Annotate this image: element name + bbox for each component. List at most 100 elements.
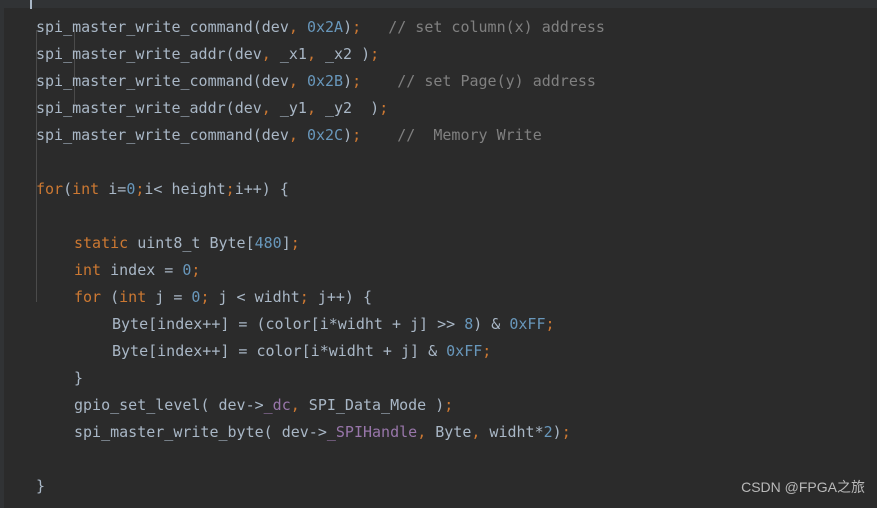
code-line[interactable]: Byte[index++] = color[i*widht + j] & 0xF…: [0, 338, 491, 365]
code-token: ,: [288, 126, 298, 144]
code-token: 0x2A: [306, 18, 344, 36]
code-line[interactable]: spi_master_write_command(dev, 0x2A); // …: [0, 14, 605, 41]
code-token: ) &: [473, 315, 510, 333]
code-token: 0xFF: [446, 342, 483, 360]
code-token: ;: [352, 72, 362, 90]
csdn-watermark: CSDN @FPGA之旅: [741, 479, 865, 495]
code-token: // set Page(y) address: [397, 72, 596, 90]
code-token: Byte: [426, 423, 472, 441]
code-token: ,: [417, 423, 427, 441]
code-token: ): [343, 18, 353, 36]
code-token: dev: [234, 99, 262, 117]
code-line[interactable]: [0, 446, 36, 473]
code-token: spi_master_write_command: [36, 18, 253, 36]
code-token: ;: [225, 180, 235, 198]
code-token: index =: [101, 261, 183, 279]
code-token: (: [252, 18, 262, 36]
code-token: j =: [146, 288, 192, 306]
code-line[interactable]: Byte[index++] = (color[i*widht + j] >> 8…: [0, 311, 555, 338]
code-token: ,: [288, 72, 298, 90]
code-token: ): [552, 423, 562, 441]
code-editor[interactable]: spi_master_write_command(dev, 0x2A); // …: [0, 0, 877, 508]
code-line[interactable]: int index = 0;: [0, 257, 200, 284]
code-token: dev: [261, 126, 289, 144]
code-token: spi_master_write_command: [36, 72, 253, 90]
code-line[interactable]: spi_master_write_addr(dev, _x1, _x2 );: [0, 41, 379, 68]
code-token: ,: [306, 45, 316, 63]
code-token: ,: [290, 396, 300, 414]
code-token: ;: [444, 396, 454, 414]
code-token: ( dev->: [263, 423, 327, 441]
code-token: widht*: [480, 423, 544, 441]
code-token: (: [225, 45, 235, 63]
code-token: 0: [126, 180, 136, 198]
code-token: 8: [464, 315, 474, 333]
code-line[interactable]: for (int j = 0; j < widht; j++) {: [0, 284, 372, 311]
code-token: _x1: [270, 45, 307, 63]
code-token: _dc: [263, 396, 291, 414]
code-token: ;: [379, 99, 389, 117]
code-token: ,: [306, 99, 316, 117]
code-token: j++) {: [308, 288, 373, 306]
code-token: 0xFF: [509, 315, 546, 333]
code-token: }: [74, 369, 84, 387]
code-token: (: [252, 126, 262, 144]
code-token: dev: [261, 18, 289, 36]
code-token: ;: [290, 234, 300, 252]
code-line[interactable]: [0, 149, 36, 176]
code-token: dev: [234, 45, 262, 63]
code-token: ;: [352, 126, 362, 144]
code-line[interactable]: [0, 203, 36, 230]
code-token: _x2 ): [315, 45, 371, 63]
code-token: ;: [561, 423, 571, 441]
code-token: ;: [545, 315, 555, 333]
code-line[interactable]: gpio_set_level( dev->_dc, SPI_Data_Mode …: [0, 392, 453, 419]
code-token: spi_master_write_addr: [36, 45, 226, 63]
code-token: 0x2C: [306, 126, 344, 144]
code-token: 2: [543, 423, 553, 441]
code-token: // Memory Write: [397, 126, 542, 144]
code-token: _y2 ): [315, 99, 380, 117]
code-token: i< height: [144, 180, 226, 198]
code-line[interactable]: }: [0, 365, 83, 392]
code-token: j < widht: [209, 288, 300, 306]
code-token: Byte[index++] = color[i*widht + j] &: [112, 342, 447, 360]
code-token: static: [74, 234, 129, 252]
editor-top-band: [0, 0, 877, 8]
code-token: spi_master_write_byte: [74, 423, 264, 441]
code-token: dev: [261, 72, 289, 90]
code-token: ,: [261, 99, 271, 117]
code-token: ( dev->: [200, 396, 264, 414]
code-line[interactable]: for(int i=0;i< height;i++) {: [0, 176, 289, 203]
code-line[interactable]: spi_master_write_byte( dev->_SPIHandle, …: [0, 419, 571, 446]
code-token: (: [63, 180, 73, 198]
code-token: ): [343, 72, 353, 90]
code-token: ;: [191, 261, 201, 279]
code-line[interactable]: spi_master_write_command(dev, 0x2C); // …: [0, 122, 542, 149]
code-token: (: [101, 288, 120, 306]
code-token: 480: [254, 234, 282, 252]
code-line[interactable]: spi_master_write_addr(dev, _y1, _y2 );: [0, 95, 388, 122]
code-token: i=: [99, 180, 127, 198]
code-token: ]: [281, 234, 291, 252]
code-token: SPI_Data_Mode ): [299, 396, 445, 414]
code-token: for: [74, 288, 102, 306]
code-token: spi_master_write_command: [36, 126, 253, 144]
code-token: ;: [352, 18, 362, 36]
code-line[interactable]: static uint8_t Byte[480];: [0, 230, 300, 257]
code-content[interactable]: spi_master_write_command(dev, 0x2A); // …: [0, 8, 877, 508]
code-token: int: [119, 288, 147, 306]
code-token: 0x2B: [306, 72, 344, 90]
code-token: ;: [482, 342, 492, 360]
code-token: ,: [261, 45, 271, 63]
code-token: ;: [299, 288, 309, 306]
code-token: _SPIHandle: [326, 423, 418, 441]
code-line[interactable]: spi_master_write_command(dev, 0x2B); // …: [0, 68, 596, 95]
code-token: i++) {: [234, 180, 289, 198]
code-line[interactable]: }: [0, 473, 45, 500]
